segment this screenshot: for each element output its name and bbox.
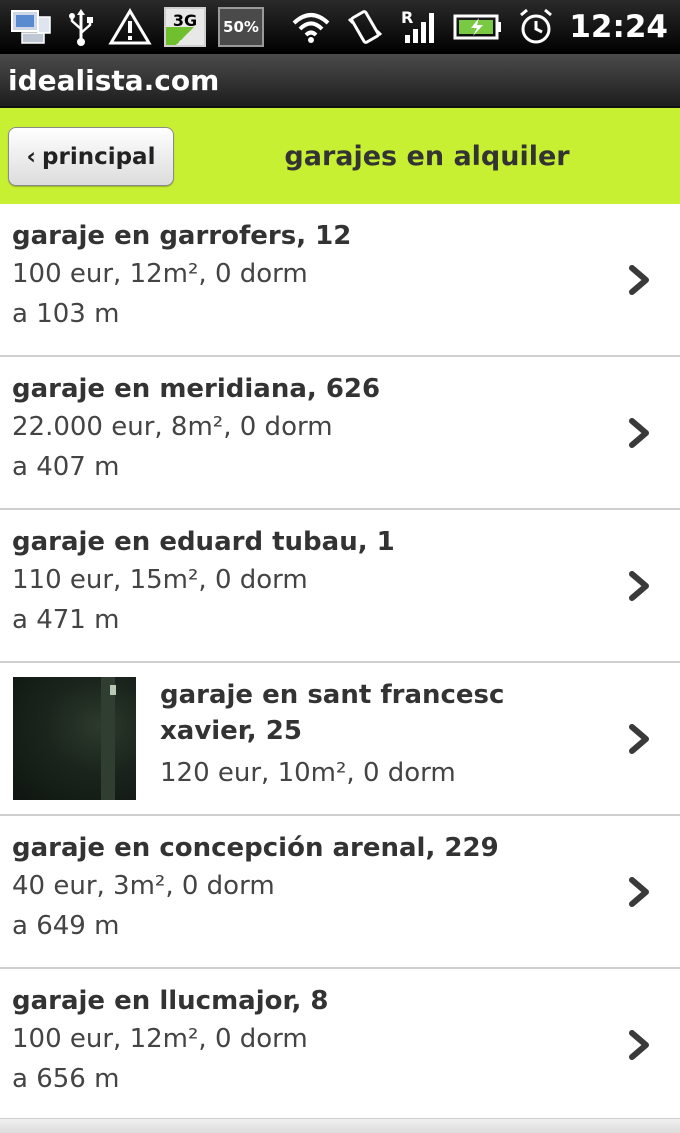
list-item-details: 40 eur, 3m², 0 dorm bbox=[12, 871, 275, 901]
list-item-content: garaje en llucmajor, 8 100 eur, 12m², 0 … bbox=[12, 983, 600, 1099]
chevron-right-icon bbox=[629, 265, 649, 295]
list-item-content: garaje en garrofers, 12 100 eur, 12m², 0… bbox=[12, 218, 600, 334]
page-title: garajes en alquiler bbox=[284, 140, 570, 172]
warning-icon bbox=[108, 7, 152, 47]
chevron-right-icon bbox=[629, 1030, 649, 1060]
list-item-content: garaje en concepción arenal, 229 40 eur,… bbox=[12, 830, 600, 946]
list-item-distance: a 649 m bbox=[12, 911, 120, 941]
list-item[interactable]: garaje en meridiana, 626 22.000 eur, 8m²… bbox=[0, 357, 680, 510]
svg-text:R: R bbox=[401, 8, 413, 27]
computer-icon bbox=[8, 7, 54, 47]
list-item[interactable]: garaje en llucmajor, 8 100 eur, 12m², 0 … bbox=[0, 969, 680, 1122]
list-item-title: garaje en meridiana, 626 bbox=[12, 374, 381, 404]
list-item-details: 110 eur, 15m², 0 dorm bbox=[12, 565, 308, 595]
chevron-right-icon bbox=[629, 571, 649, 601]
3g-signal-icon: 3G bbox=[164, 7, 206, 47]
page-header: ‹ principal garajes en alquiler bbox=[0, 108, 680, 204]
list-item-distance: a 471 m bbox=[12, 605, 120, 635]
list-item-title: garaje en garrofers, 12 bbox=[12, 221, 352, 251]
list-item-details: 100 eur, 12m², 0 dorm bbox=[12, 259, 308, 289]
list-item[interactable]: garaje en eduard tubau, 1 110 eur, 15m²,… bbox=[0, 510, 680, 663]
battery-charging-icon bbox=[453, 7, 503, 47]
list-item-details: 22.000 eur, 8m², 0 dorm bbox=[12, 412, 333, 442]
list-item-details: 100 eur, 12m², 0 dorm bbox=[12, 1024, 308, 1054]
list-item-title: garaje en concepción arenal, 229 bbox=[12, 833, 499, 863]
list-item[interactable]: garaje en garrofers, 12 100 eur, 12m², 0… bbox=[0, 204, 680, 357]
status-bar: 3G 50% R 12:24 bbox=[0, 0, 680, 54]
list-item-content: garaje en sant francesc xavier, 25 120 e… bbox=[160, 677, 600, 793]
usb-icon bbox=[66, 7, 96, 47]
network-badge-label: 3G bbox=[172, 11, 198, 30]
chevron-right-icon bbox=[629, 724, 649, 754]
list-item-content: garaje en meridiana, 626 22.000 eur, 8m²… bbox=[12, 371, 600, 487]
listing-photo bbox=[13, 677, 136, 800]
list-item-distance: a 103 m bbox=[12, 299, 120, 329]
list-item-title: garaje en eduard tubau, 1 bbox=[12, 527, 395, 557]
status-bar-system: R 12:24 bbox=[291, 7, 680, 47]
list-item-content: garaje en eduard tubau, 1 110 eur, 15m²,… bbox=[12, 524, 600, 640]
vibrate-icon bbox=[345, 7, 385, 47]
chevron-right-icon bbox=[629, 877, 649, 907]
list-item-distance: a 407 m bbox=[12, 452, 120, 482]
list-item[interactable]: garaje en concepción arenal, 229 40 eur,… bbox=[0, 816, 680, 969]
app-title-bar: idealista.com bbox=[0, 54, 680, 108]
chevron-left-icon: ‹ bbox=[26, 143, 37, 170]
status-bar-notifications: 3G 50% bbox=[0, 7, 264, 47]
clock: 12:24 bbox=[569, 9, 668, 45]
roaming-signal-icon: R bbox=[399, 7, 439, 47]
back-button[interactable]: ‹ principal bbox=[8, 127, 174, 186]
list-item-distance: a 656 m bbox=[12, 1064, 120, 1094]
list-item[interactable]: garaje en sant francesc xavier, 25 120 e… bbox=[0, 663, 680, 816]
app-title: idealista.com bbox=[8, 63, 220, 97]
list-end-divider bbox=[0, 1118, 680, 1133]
list-item-title: garaje en llucmajor, 8 bbox=[12, 986, 329, 1016]
chevron-right-icon bbox=[629, 418, 649, 448]
alarm-icon bbox=[517, 7, 555, 47]
wifi-icon bbox=[291, 7, 331, 47]
list-item-details: 120 eur, 10m², 0 dorm bbox=[160, 758, 456, 788]
list-item-title: garaje en sant francesc xavier, 25 bbox=[160, 680, 505, 746]
battery-percent-label: 50% bbox=[223, 18, 259, 36]
back-button-label: principal bbox=[42, 143, 156, 170]
battery-percent-icon: 50% bbox=[218, 7, 264, 47]
listing-list: garaje en garrofers, 12 100 eur, 12m², 0… bbox=[0, 204, 680, 1122]
